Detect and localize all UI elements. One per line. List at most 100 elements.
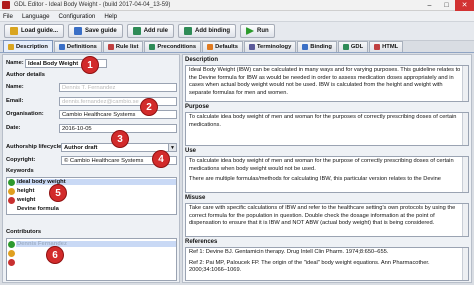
misuse-textarea[interactable]: Take care with specific calculations of … (185, 203, 469, 237)
description-heading: Description (185, 57, 219, 63)
copyright-row: Copyright: (6, 157, 35, 163)
references-textarea[interactable]: Ref 1: Devine BJ. Gentamicin therapy. Dr… (185, 247, 469, 281)
name-row: Name: (6, 60, 24, 66)
chevron-down-icon: ▼ (168, 144, 176, 151)
contributor-actions (8, 241, 15, 266)
name-label: Name: (6, 60, 24, 66)
lifecycle-row: Authorship lifecycle: (6, 144, 63, 150)
callout-1: 1 (81, 56, 99, 74)
run-button[interactable]: Run (240, 24, 275, 38)
purpose-textarea[interactable]: To calculate idea body weight of men and… (185, 112, 469, 146)
save-icon (74, 27, 82, 35)
keywords-list: ideal body weight height weight Devine f… (6, 177, 177, 215)
toolbar: Load guide... Save guide Add rule Add bi… (0, 22, 474, 41)
tab-defaults[interactable]: Defaults (202, 41, 243, 52)
organisation-label: Organisation: (6, 111, 44, 117)
keywords-heading: Keywords (6, 168, 34, 174)
scrollbar[interactable] (462, 157, 468, 192)
maximize-button[interactable]: □ (438, 0, 455, 11)
email-row: Email: (6, 98, 23, 104)
edit-keyword-icon[interactable] (8, 188, 15, 195)
menu-file[interactable]: File (3, 13, 13, 20)
use-heading: Use (185, 148, 197, 154)
guide-details-panel: Name: Ideal Body Weight Author details N… (2, 54, 180, 283)
add-binding-button[interactable]: Add binding (178, 24, 237, 38)
list-item[interactable]: Dennis Fernandez (16, 241, 176, 247)
list-item[interactable]: Devine formula (17, 206, 59, 212)
references-heading: References (185, 239, 218, 245)
organisation-row: Organisation: (6, 111, 44, 117)
scrollbar[interactable] (462, 248, 468, 280)
close-button[interactable]: ✕ (455, 0, 474, 11)
date-row: Date: (6, 125, 21, 131)
tab-description[interactable]: Description (3, 40, 53, 52)
author-details-heading: Author details (6, 72, 45, 78)
author-name-label: Name: (6, 84, 24, 90)
contributors-list: Dennis Fernandez (6, 238, 177, 281)
date-label: Date: (6, 125, 21, 131)
folder-icon (10, 27, 18, 35)
definitions-icon (58, 44, 65, 50)
run-icon (246, 27, 255, 35)
use-textarea[interactable]: To calculate idea body weight of men and… (185, 156, 469, 193)
copyright-label: Copyright: (6, 157, 36, 163)
scrollbar[interactable] (462, 66, 468, 101)
author-name-row: Name: (6, 84, 24, 90)
title-bar: GDL Editor - Ideal Body Weight - (build … (0, 0, 474, 11)
tab-terminology[interactable]: Terminology (243, 41, 297, 52)
tab-html[interactable]: HTML (369, 41, 404, 52)
delete-keyword-icon[interactable] (8, 197, 15, 204)
contributors-heading: Contributors (6, 229, 42, 235)
callout-3: 3 (111, 130, 129, 148)
terminology-icon (248, 44, 255, 50)
minimize-button[interactable]: – (421, 0, 438, 11)
menu-language[interactable]: Language (22, 13, 50, 20)
add-rule-icon (132, 27, 141, 35)
tab-gdl[interactable]: GDL (337, 41, 369, 52)
callout-4: 4 (152, 150, 170, 168)
add-contributor-icon[interactable] (8, 241, 15, 248)
description-icon (8, 43, 14, 50)
scrollbar[interactable] (462, 113, 468, 145)
lifecycle-label: Authorship lifecycle: (6, 144, 64, 150)
menu-help[interactable]: Help (104, 13, 117, 20)
tab-definitions[interactable]: Definitions (53, 41, 102, 52)
preconditions-icon (149, 44, 156, 50)
list-item[interactable]: ideal body weight (16, 179, 176, 185)
scrollbar[interactable] (462, 204, 468, 236)
defaults-icon (207, 44, 214, 50)
app-logo-icon (2, 1, 10, 9)
menu-configuration[interactable]: Configuration (59, 13, 96, 20)
author-name-input[interactable]: Dennis T. Fernandez (59, 83, 177, 92)
gdl-icon (342, 44, 349, 50)
add-rule-button[interactable]: Add rule (126, 24, 175, 38)
delete-contributor-icon[interactable] (8, 259, 15, 266)
tab-rule-list[interactable]: Rule list (102, 41, 144, 52)
description-panel: Description Ideal Body Weight (IBW) can … (182, 54, 472, 283)
purpose-heading: Purpose (185, 104, 210, 110)
callout-2: 2 (140, 98, 158, 116)
window-title: GDL Editor - Ideal Body Weight - (build … (14, 2, 171, 8)
binding-icon (302, 44, 309, 50)
email-label: Email: (6, 98, 24, 104)
email-field[interactable]: dennis.fernandez@cambio.se (59, 97, 177, 106)
list-item[interactable]: height (17, 188, 34, 194)
description-textarea[interactable]: Ideal Body Weight (IBW) can be calculate… (185, 65, 469, 102)
add-binding-icon (184, 27, 193, 35)
callout-5: 5 (49, 184, 67, 202)
tab-bar: Description Definitions Rule list Precon… (0, 40, 474, 53)
load-guide-button[interactable]: Load guide... (4, 24, 64, 38)
tab-binding[interactable]: Binding (297, 41, 337, 52)
edit-contributor-icon[interactable] (8, 250, 15, 257)
callout-6: 6 (46, 246, 64, 264)
organisation-input[interactable]: Cambio Healthcare Systems (59, 110, 177, 119)
list-item[interactable]: weight (17, 197, 35, 203)
keyword-actions (8, 179, 15, 204)
tab-preconditions[interactable]: Preconditions (144, 41, 202, 52)
html-icon (374, 44, 381, 50)
rule-list-icon (107, 44, 114, 50)
save-guide-button[interactable]: Save guide (68, 24, 123, 38)
menu-bar: File Language Configuration Help (0, 11, 474, 22)
misuse-heading: Misuse (185, 195, 206, 201)
add-keyword-icon[interactable] (8, 179, 15, 186)
